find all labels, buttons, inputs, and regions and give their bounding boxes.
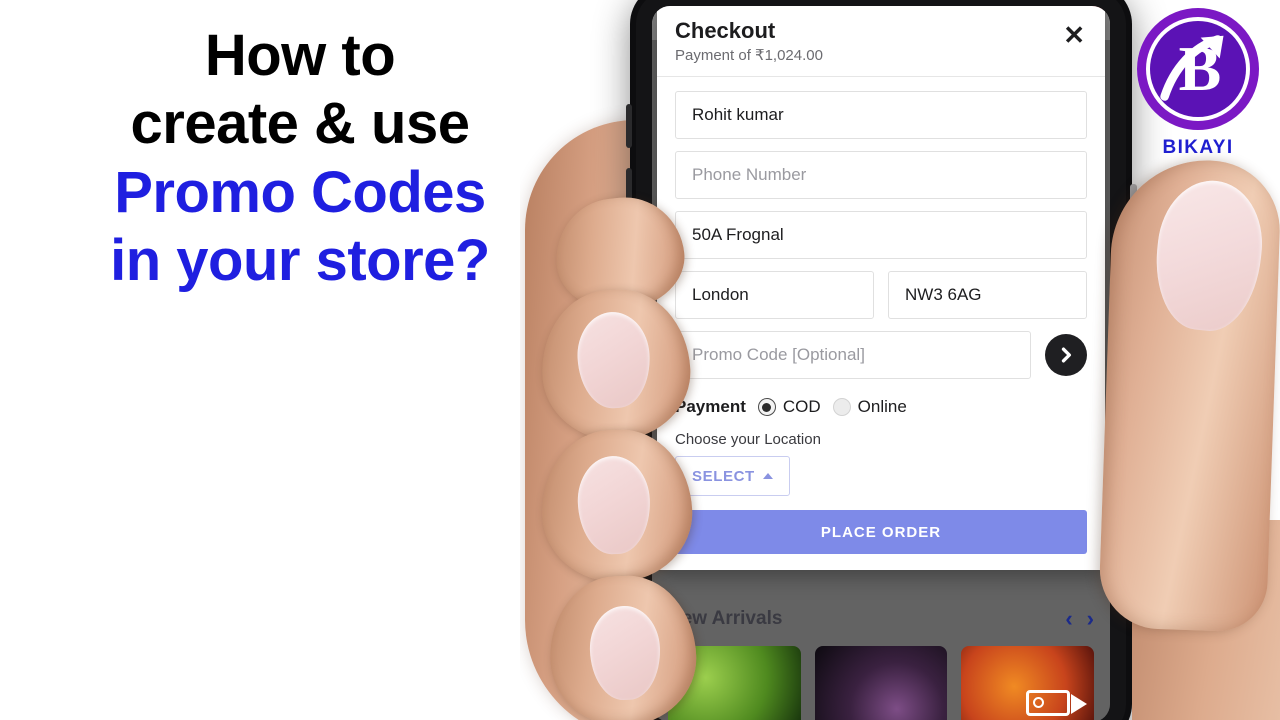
brand-logo: B BIKAYI xyxy=(1134,8,1262,159)
promo-code-input[interactable]: Promo Code [Optional] xyxy=(675,331,1031,380)
checkout-title: Checkout xyxy=(675,18,776,43)
brand-name: BIKAYI xyxy=(1162,137,1234,158)
right-thumb xyxy=(1097,157,1280,633)
checkout-form: Rohit kumar Phone Number 50A Frognal Lon… xyxy=(657,77,1105,570)
headline-line-1: How to xyxy=(204,23,396,88)
city-field[interactable]: London xyxy=(675,271,874,320)
chevron-left-icon[interactable]: ‹ xyxy=(1065,606,1072,632)
chevron-right-icon[interactable] xyxy=(1045,334,1087,377)
fingernail xyxy=(576,454,652,556)
payment-option-cod[interactable]: COD xyxy=(757,397,821,417)
headline-line-3: Promo Codes xyxy=(114,159,486,225)
postcode-field[interactable]: NW3 6AG xyxy=(888,271,1087,320)
volume-up-button[interactable] xyxy=(626,104,632,148)
checkout-header: Checkout Payment of ₹1,024.00 ✕ xyxy=(657,6,1105,78)
checkout-subtitle: Payment of ₹1,024.00 xyxy=(675,47,823,65)
location-select-label: SELECT xyxy=(692,467,755,485)
smartphone-device: Ganesh Kirana ☎ 1 xyxy=(626,0,1137,720)
location-select-button[interactable]: SELECT xyxy=(675,456,790,497)
city-postcode-row: London NW3 6AG xyxy=(675,271,1087,331)
name-field[interactable]: Rohit kumar xyxy=(675,91,1087,140)
fingernail xyxy=(575,310,653,410)
payment-option-cod-label: COD xyxy=(782,397,821,417)
location-label: Choose your Location xyxy=(675,431,821,449)
radio-cod-icon[interactable] xyxy=(757,398,776,417)
payment-option-online-label: Online xyxy=(857,397,907,417)
address-field[interactable]: 50A Frognal xyxy=(675,211,1087,260)
bikayi-mark-icon: B xyxy=(1137,8,1259,130)
caret-up-icon xyxy=(762,473,773,480)
brinjal-card[interactable] xyxy=(814,646,948,720)
radio-online-icon[interactable] xyxy=(832,398,851,417)
payment-method-row: Payment COD Online xyxy=(675,397,1087,417)
screenshot-root: How to create & use Promo Codes in your … xyxy=(0,0,1280,720)
place-order-button[interactable]: PLACE ORDER xyxy=(675,510,1087,555)
headline-line-4: in your store? xyxy=(110,228,490,294)
page-title: How to create & use Promo Codes in your … xyxy=(0,22,600,296)
logo-letter: B xyxy=(1178,33,1222,104)
payment-option-online[interactable]: Online xyxy=(832,397,907,417)
fingernail xyxy=(588,604,662,702)
video-camera-icon xyxy=(1026,690,1087,716)
close-icon[interactable]: ✕ xyxy=(1053,18,1087,48)
phone-screen: Ganesh Kirana ☎ 1 xyxy=(652,6,1110,720)
payment-label: Payment xyxy=(675,397,746,417)
phone-field[interactable]: Phone Number xyxy=(675,151,1087,200)
chevron-right-icon[interactable]: › xyxy=(1087,606,1094,632)
promo-code-row: Promo Code [Optional] xyxy=(675,331,1087,391)
thumbnail xyxy=(1149,175,1269,336)
checkout-modal: Checkout Payment of ₹1,024.00 ✕ Rohit ku… xyxy=(657,6,1105,571)
headline-line-2: create & use xyxy=(130,91,470,157)
